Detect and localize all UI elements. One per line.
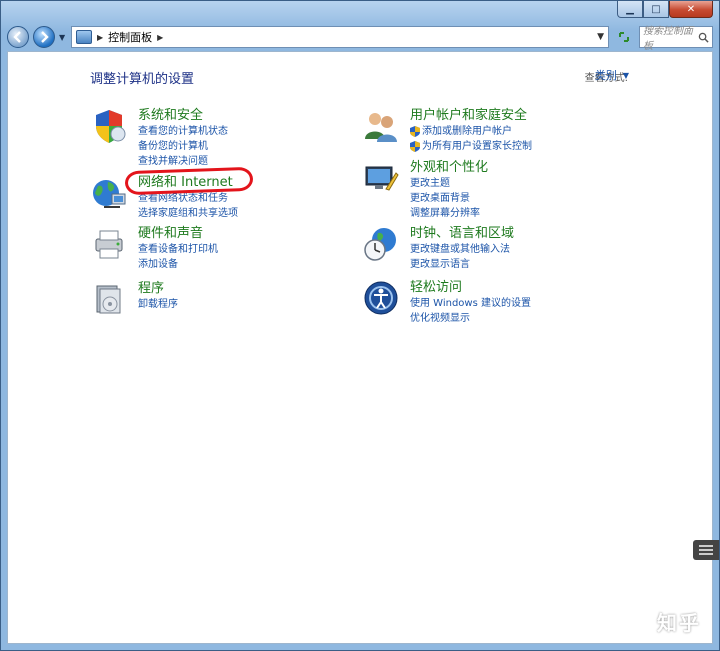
side-panel-handle[interactable] <box>693 540 719 560</box>
link-troubleshoot[interactable]: 查找并解决问题 <box>138 154 228 169</box>
link-add-device[interactable]: 添加设备 <box>138 257 218 272</box>
category-title[interactable]: 程序 <box>138 280 178 297</box>
category-system-security: 系统和安全 查看您的计算机状态 备份您的计算机 查找并解决问题 <box>90 107 228 169</box>
uac-shield-icon <box>410 141 420 152</box>
category-hardware-sound: 硬件和声音 查看设备和打印机 添加设备 <box>90 225 218 272</box>
category-title[interactable]: 时钟、语言和区域 <box>410 225 514 242</box>
category-appearance: 外观和个性化 更改主题 更改桌面背景 调整屏幕分辨率 <box>362 159 488 221</box>
back-arrow-icon <box>13 31 21 43</box>
link-add-remove-users[interactable]: 添加或删除用户帐户 <box>410 124 532 139</box>
page-title: 调整计算机的设置 <box>90 72 195 87</box>
caption-buttons: ▁ □ ✕ <box>617 1 713 18</box>
category-ease-of-access: 轻松访问 使用 Windows 建议的设置 优化视频显示 <box>362 279 531 326</box>
ease-of-access-icon[interactable] <box>362 279 400 317</box>
link-change-keyboard-input[interactable]: 更改键盘或其他输入法 <box>410 242 514 257</box>
link-parental-controls[interactable]: 为所有用户设置家长控制 <box>410 139 532 154</box>
refresh-button[interactable] <box>613 26 635 48</box>
breadcrumb-control-panel[interactable]: 控制面板 <box>108 29 152 45</box>
category-title[interactable]: 外观和个性化 <box>410 159 488 176</box>
search-icon <box>698 32 709 43</box>
link-change-display-language[interactable]: 更改显示语言 <box>410 257 514 272</box>
refresh-icon <box>619 32 629 42</box>
category-clock-language-region: 时钟、语言和区域 更改键盘或其他输入法 更改显示语言 <box>362 225 514 272</box>
link-devices-printers[interactable]: 查看设备和打印机 <box>138 242 218 257</box>
zhihu-watermark: 知乎 <box>657 611 701 635</box>
back-button[interactable] <box>7 26 29 48</box>
minimize-button[interactable]: ▁ <box>617 1 643 18</box>
view-by-selected: 类别 <box>594 69 617 82</box>
globe-network-icon[interactable] <box>90 174 128 212</box>
address-dropdown-icon[interactable]: ▼ <box>597 32 604 42</box>
link-homegroup-sharing[interactable]: 选择家庭组和共享选项 <box>138 206 238 221</box>
content-area: 调整计算机的设置 查看方式: 类别 ▼ 系统和安全 查看您的计算机状态 备份您的… <box>7 51 713 644</box>
forward-button[interactable] <box>33 26 55 48</box>
category-title[interactable]: 系统和安全 <box>138 107 228 124</box>
category-title[interactable]: 硬件和声音 <box>138 225 218 242</box>
uac-shield-icon <box>410 126 420 137</box>
search-box[interactable]: 搜索控制面板 <box>639 26 713 52</box>
link-change-desktop-background[interactable]: 更改桌面背景 <box>410 191 488 206</box>
link-adjust-resolution[interactable]: 调整屏幕分辨率 <box>410 206 488 221</box>
recent-pages-dropdown[interactable]: ▼ <box>59 33 67 42</box>
control-panel-window: ▁ □ ✕ ▼ ▶ 控制面板 ▶ ▼ 搜索控制面板 调整计算机的设置 查看方式: <box>0 0 720 651</box>
category-title[interactable]: 用户帐户和家庭安全 <box>410 107 532 124</box>
link-recommended-settings[interactable]: 使用 Windows 建议的设置 <box>410 296 531 311</box>
navigation-bar: ▼ ▶ 控制面板 ▶ ▼ 搜索控制面板 <box>7 23 713 52</box>
programs-icon[interactable] <box>90 280 128 318</box>
chevron-right-icon[interactable]: ▶ <box>157 33 163 42</box>
link-backup-computer[interactable]: 备份您的计算机 <box>138 139 228 154</box>
forward-arrow-icon <box>41 31 49 43</box>
users-icon[interactable] <box>362 107 400 145</box>
control-panel-icon <box>76 30 92 44</box>
search-input[interactable]: 搜索控制面板 <box>643 22 698 52</box>
link-change-theme[interactable]: 更改主题 <box>410 176 488 191</box>
category-programs: 程序 卸载程序 <box>90 280 178 318</box>
shield-icon[interactable] <box>90 107 128 145</box>
address-bar[interactable]: ▶ 控制面板 ▶ ▼ <box>71 26 609 48</box>
category-user-accounts: 用户帐户和家庭安全 添加或删除用户帐户 为所有用户设置家长控制 <box>362 107 532 154</box>
printer-icon[interactable] <box>90 225 128 263</box>
link-optimize-video-display[interactable]: 优化视频显示 <box>410 311 531 326</box>
close-button[interactable]: ✕ <box>669 1 713 18</box>
red-highlight-annotation <box>124 166 254 196</box>
view-by-dropdown[interactable]: 类别 ▼ <box>588 65 636 85</box>
link-uninstall-program[interactable]: 卸载程序 <box>138 297 178 312</box>
link-view-computer-status[interactable]: 查看您的计算机状态 <box>138 124 228 139</box>
maximize-button[interactable]: □ <box>643 1 669 18</box>
chevron-down-icon: ▼ <box>622 70 629 80</box>
category-title[interactable]: 轻松访问 <box>410 279 531 296</box>
monitor-paint-icon[interactable] <box>362 159 400 197</box>
chevron-right-icon[interactable]: ▶ <box>97 33 103 42</box>
clock-globe-icon[interactable] <box>362 225 400 263</box>
